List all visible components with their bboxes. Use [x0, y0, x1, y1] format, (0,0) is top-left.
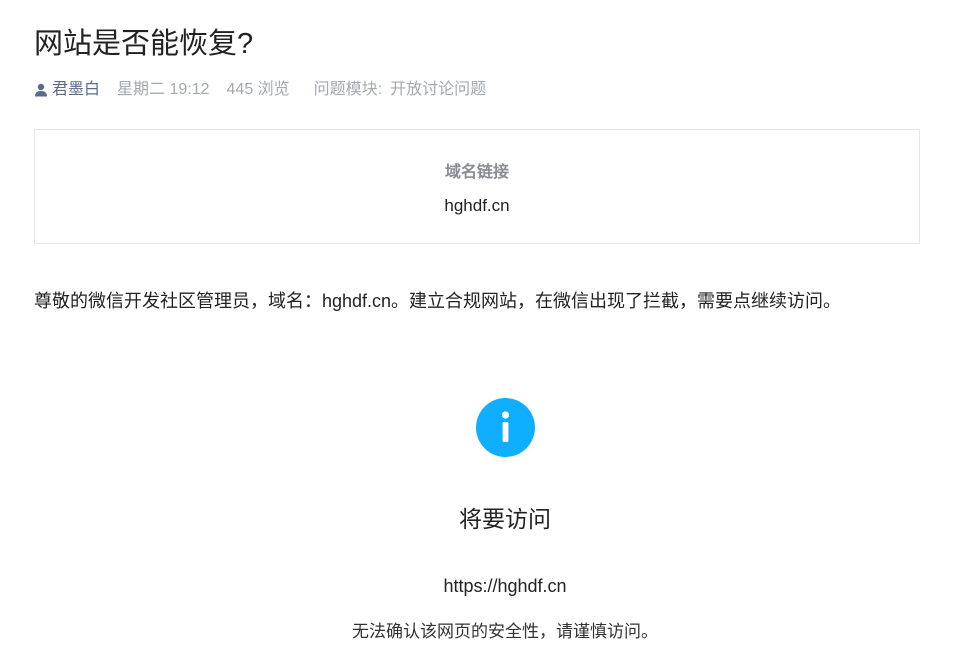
module-link[interactable]: 开放讨论问题 [390, 79, 486, 101]
user-icon [35, 83, 47, 97]
card-title: 域名链接 [444, 164, 509, 181]
warning-url: https://hghdf.cn [443, 576, 567, 596]
domain-link-card: 域名链接 hghdf.cn [34, 129, 920, 244]
post-time: 星期二 19:12 [117, 81, 210, 98]
warning-title: 将要访问 [459, 506, 551, 532]
post-meta: 君墨白 星期二 19:12 445 浏览 问题模块: 开放讨论问题 [34, 79, 486, 101]
domain-link[interactable]: hghdf.cn [35, 195, 919, 217]
post-body-text: 尊敬的微信开发社区管理员，域名：hghdf.cn。建立合规网站，在微信出现了拦截… [34, 291, 842, 311]
author-name: 君墨白 [52, 81, 101, 98]
module-label: 问题模块: [313, 81, 383, 98]
author-link[interactable]: 君墨白 [34, 79, 100, 101]
view-count: 445 浏览 [226, 81, 290, 98]
page-title: 网站是否能恢复? [34, 28, 254, 60]
warning-note: 无法确认该网页的安全性，请谨慎访问。 [352, 622, 658, 641]
info-icon [476, 398, 535, 457]
